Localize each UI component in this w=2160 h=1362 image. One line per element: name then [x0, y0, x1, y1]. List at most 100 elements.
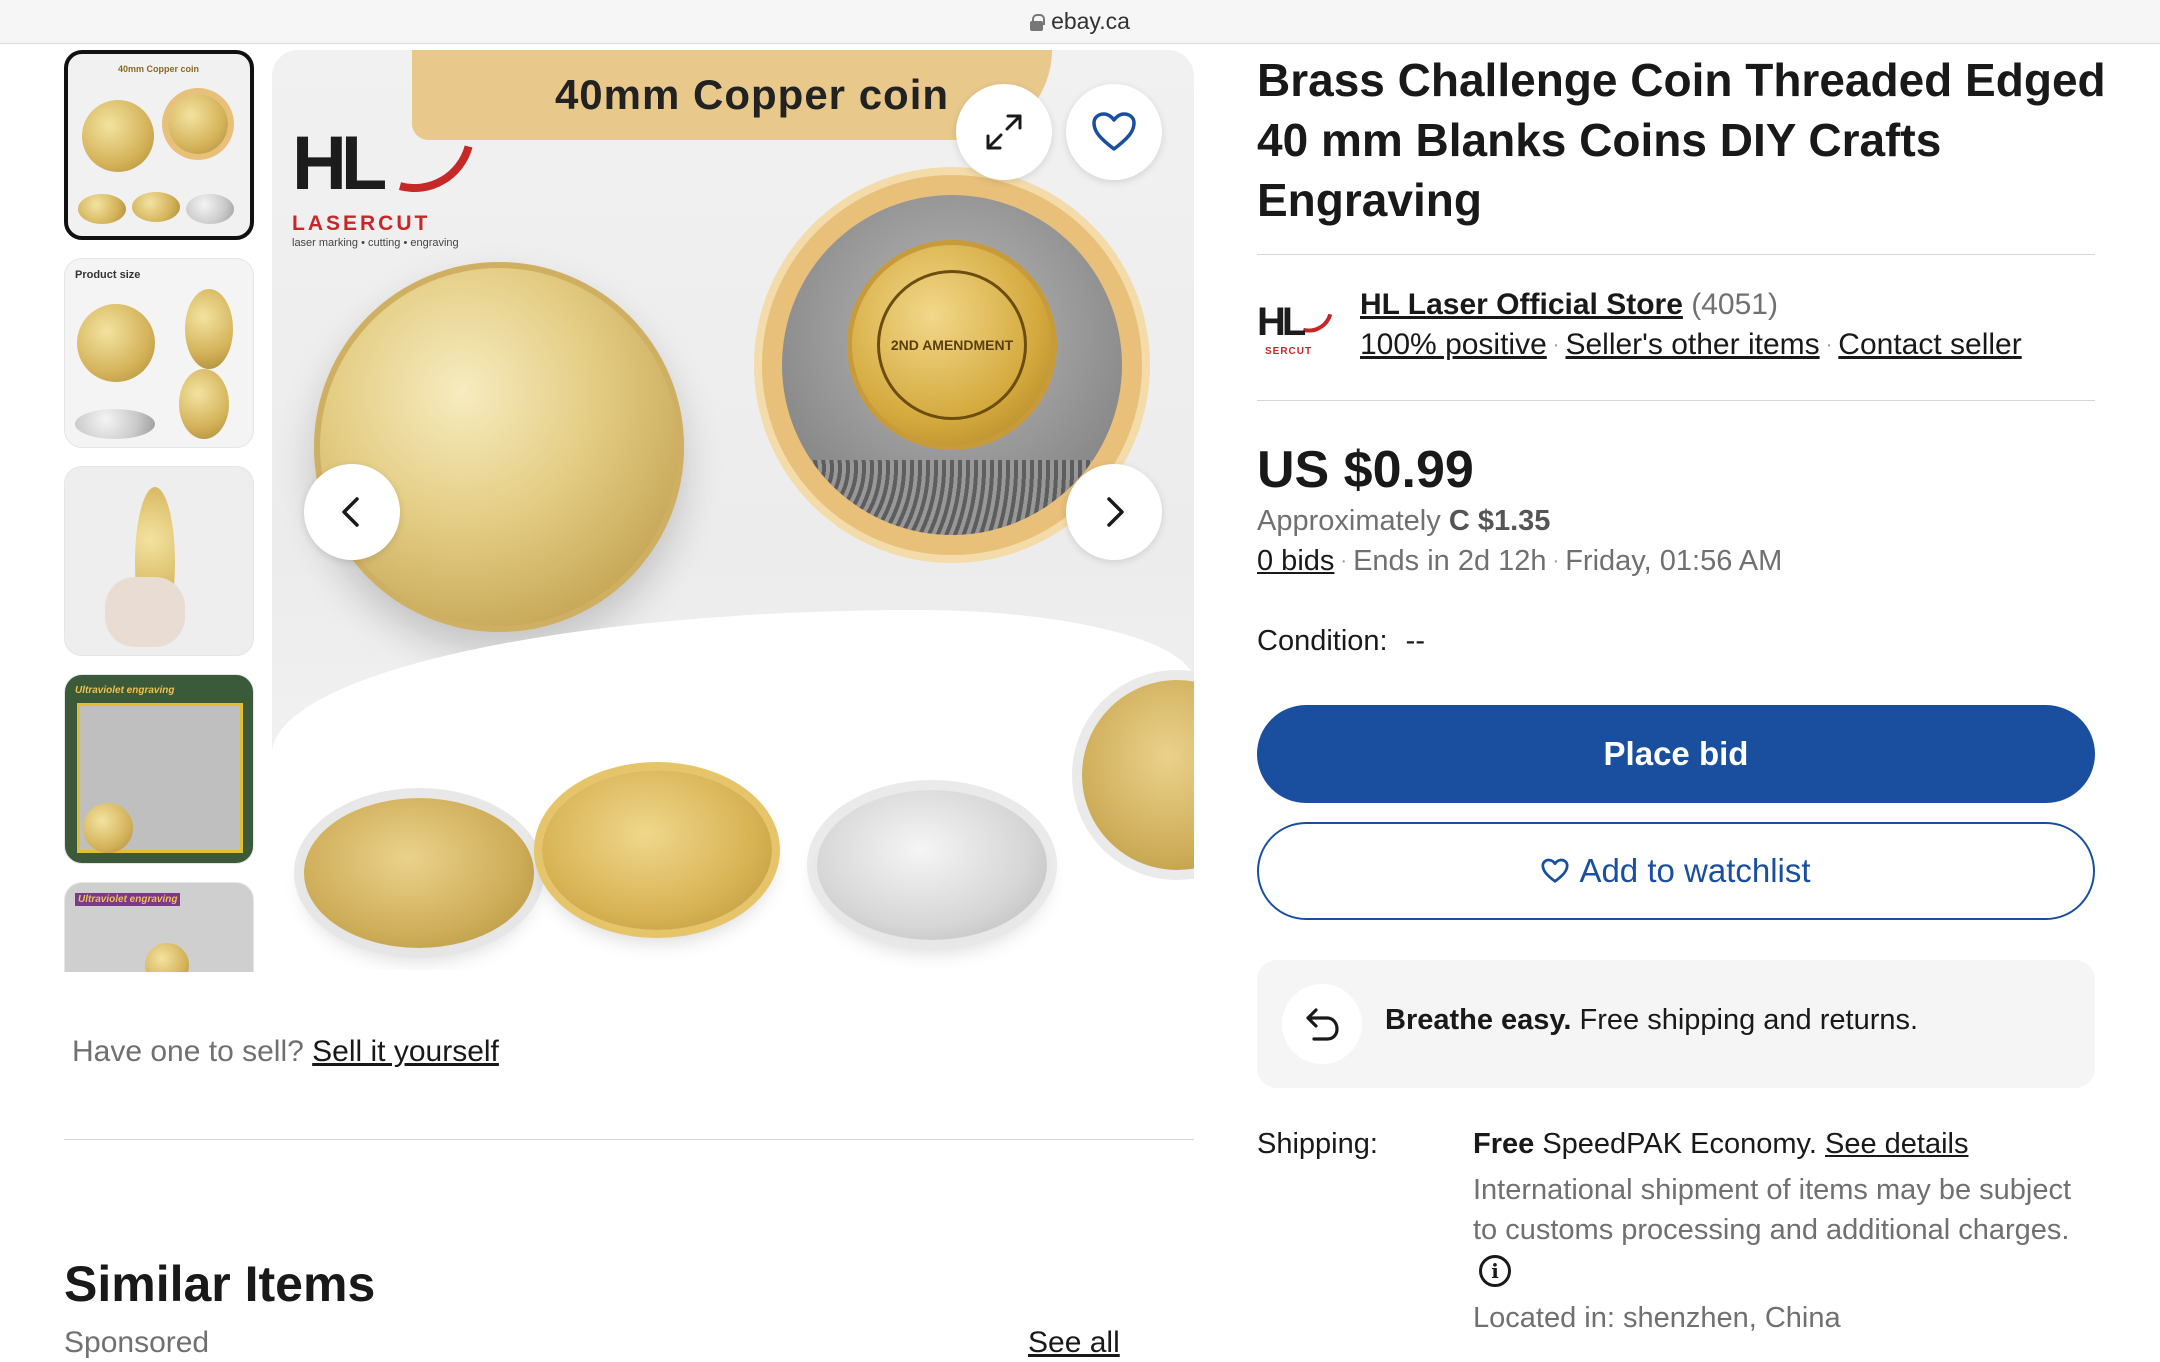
add-to-watchlist-label: Add to watchlist [1579, 852, 1811, 889]
seller-logo-sub: SERCUT [1265, 346, 1313, 357]
separator-dot: · [1552, 550, 1560, 572]
contact-seller-link[interactable]: Contact seller [1838, 328, 2021, 361]
seller-logo-letters: HL [1257, 300, 1306, 344]
thumbnail-3[interactable] [64, 466, 254, 656]
thumbnail-1[interactable]: 40mm Copper coin [64, 50, 254, 240]
seller-logo[interactable]: HL SERCUT [1257, 282, 1342, 360]
condition-label: Condition: [1257, 625, 1388, 657]
logo-tagline: laser marking • cutting • engraving [292, 237, 459, 249]
thumbnail-strip: 40mm Copper coin Product size Ultraviole… [64, 50, 256, 972]
coin-silver [817, 790, 1047, 940]
listing-title: Brass Challenge Coin Threaded Edged 40 m… [1257, 54, 2106, 226]
positive-feedback-link[interactable]: 100% positive [1360, 328, 1547, 361]
thumbnail-caption: Ultraviolet engraving [75, 893, 181, 906]
hand-image [105, 577, 185, 647]
item-location: Located in: shenzhen, China [1473, 1302, 1841, 1334]
thumbnail-2[interactable]: Product size [64, 258, 254, 448]
thumbnail-5[interactable]: Ultraviolet engraving [64, 882, 254, 972]
coin-image [185, 289, 233, 369]
seller-feedback-count: (4051) [1691, 288, 1778, 321]
sell-prompt: Have one to sell? Sell it yourself [72, 1035, 499, 1069]
main-product-image[interactable]: 40mm Copper coin HL LASERCUT laser marki… [272, 50, 1194, 970]
similar-items-heading: Similar Items [64, 1256, 376, 1312]
seller-info: HL SERCUT HL Laser Official Store (4051)… [1257, 282, 2117, 372]
approx-label: Approximately [1257, 505, 1441, 537]
expand-button[interactable] [956, 84, 1052, 180]
seller-links: 100% positive · Seller's other items · Conta… [1360, 328, 2022, 362]
place-bid-button[interactable]: Place bid [1257, 705, 2095, 803]
see-details-link[interactable]: See details [1825, 1128, 1969, 1160]
shipping-note-text: International shipment of items may be s… [1473, 1174, 2072, 1246]
seller-name-line: HL Laser Official Store (4051) [1360, 288, 1778, 322]
end-time: Friday, 01:56 AM [1565, 545, 1783, 577]
coin-image [186, 194, 234, 224]
coin-gold [542, 770, 772, 930]
free-returns-text: Breathe easy. Free shipping and returns. [1385, 1004, 1918, 1037]
blank-coin [314, 262, 684, 632]
info-icon[interactable]: i [1479, 1255, 1511, 1288]
condition: Condition: -- [1257, 625, 1425, 658]
shipping-details: Free SpeedPAK Economy. See details [1473, 1128, 1968, 1161]
add-to-watchlist-button[interactable]: Add to watchlist [1257, 822, 2095, 920]
approx-value: C $1.35 [1448, 505, 1551, 537]
heart-icon [1541, 858, 1569, 883]
thumbnail-4[interactable]: Ultraviolet engraving [64, 674, 254, 864]
coin-image [145, 943, 189, 972]
free-returns-banner: Breathe easy. Free shipping and returns. [1257, 960, 2095, 1088]
expand-icon [986, 114, 1022, 150]
favorite-button[interactable] [1066, 84, 1162, 180]
bid-status: 0 bids · Ends in 2d 12h · Friday, 01:56 AM [1257, 545, 1782, 578]
banner-text: 40mm Copper coin [554, 71, 950, 118]
coin-image [168, 94, 228, 154]
condition-value: -- [1405, 625, 1425, 657]
separator-dot: · [1825, 334, 1833, 356]
domain-text: ebay.ca [1051, 8, 1130, 34]
coin-image [75, 409, 155, 439]
coin-image [83, 803, 133, 853]
divider [64, 1139, 1194, 1140]
bids-link[interactable]: 0 bids [1257, 545, 1334, 577]
sponsored-label: Sponsored [64, 1326, 210, 1359]
return-arrow-icon [1282, 984, 1362, 1064]
thumbnail-caption: Product size [75, 269, 141, 281]
item-price: US $0.99 [1257, 441, 1474, 499]
shipping-free: Free [1473, 1128, 1535, 1160]
previous-image-button[interactable] [304, 464, 400, 560]
engraved-coin-text: 2ND AMENDMENT [877, 270, 1027, 420]
browser-url-bar[interactable]: ebay.ca [0, 0, 2160, 44]
thumbnail-caption: 40mm Copper coin [118, 64, 200, 74]
engraving-machine-bed: 2ND AMENDMENT [782, 195, 1122, 535]
approx-price: Approximately C $1.35 [1257, 505, 1550, 538]
coin-in-capsule [304, 798, 534, 948]
logo-letters: HL [292, 121, 387, 206]
url-domain[interactable]: ebay.ca [1030, 8, 1130, 35]
next-image-button[interactable] [1066, 464, 1162, 560]
shipping-service: SpeedPAK Economy. [1542, 1128, 1817, 1160]
divider [1257, 254, 2095, 255]
thumbnail-caption: Ultraviolet engraving [75, 685, 175, 696]
logo-name: LASERCUT [292, 212, 431, 235]
divider [1257, 400, 2095, 401]
chevron-right-icon [1107, 497, 1124, 527]
ends-in: Ends in 2d 12h [1353, 545, 1547, 577]
breathe-bold: Breathe easy. [1385, 1004, 1572, 1036]
shipping-label: Shipping: [1257, 1128, 1378, 1160]
separator-dot: · [1340, 550, 1348, 572]
coin-image [179, 369, 229, 439]
lock-icon [1030, 13, 1046, 31]
sell-it-yourself-link[interactable]: Sell it yourself [312, 1035, 499, 1068]
place-bid-label: Place bid [1603, 735, 1749, 772]
separator-dot: · [1552, 334, 1560, 356]
coin-image [132, 192, 180, 222]
lasercut-logo: HL LASERCUT laser marking • cutting • en… [292, 76, 497, 249]
breathe-text: Free shipping and returns. [1579, 1004, 1919, 1036]
coin-image [82, 100, 154, 172]
chevron-left-icon [342, 497, 359, 527]
shipping-note: International shipment of items may be s… [1473, 1170, 2073, 1290]
coin-image [77, 304, 155, 382]
seller-name-link[interactable]: HL Laser Official Store [1360, 288, 1683, 321]
coin-image [78, 194, 126, 224]
heart-icon [1092, 112, 1136, 151]
see-all-link[interactable]: See all [1028, 1326, 1120, 1360]
seller-other-items-link[interactable]: Seller's other items [1565, 328, 1819, 361]
